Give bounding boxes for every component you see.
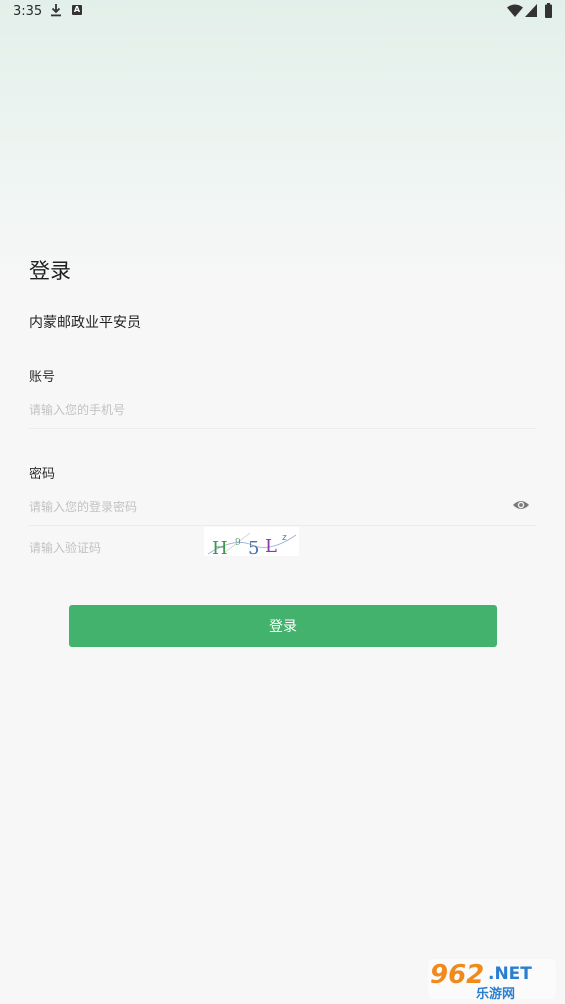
header-background [0,0,565,300]
password-input[interactable] [29,488,536,526]
svg-text:962: 962 [430,960,484,990]
status-time: 3:35 [13,4,43,19]
a-badge-icon: A [72,5,82,15]
svg-text:乐游网: 乐游网 [476,986,515,1001]
wifi-icon [507,4,523,17]
captcha-input[interactable] [29,529,199,567]
phone-input[interactable] [29,391,536,429]
captcha-image[interactable]: H 9 5 L z [204,527,299,556]
signal-icon [525,4,537,17]
svg-text:9: 9 [235,538,241,548]
battery-icon [545,3,552,18]
svg-text:5: 5 [248,538,259,556]
account-label: 账号 [29,370,56,385]
eye-icon[interactable] [512,498,530,512]
watermark-logo: 962 .NET 乐游网 [428,959,556,1001]
status-bar: 3:35 A [0,0,565,24]
login-button[interactable]: 登录 [69,605,497,647]
password-label: 密码 [29,467,56,482]
svg-text:z: z [282,533,287,543]
svg-text:L: L [265,536,277,556]
svg-text:H: H [212,538,228,556]
page-title: 登录 [29,259,71,283]
svg-text:.NET: .NET [488,964,532,984]
org-name: 内蒙邮政业平安员 [29,315,141,331]
download-icon [51,4,61,17]
